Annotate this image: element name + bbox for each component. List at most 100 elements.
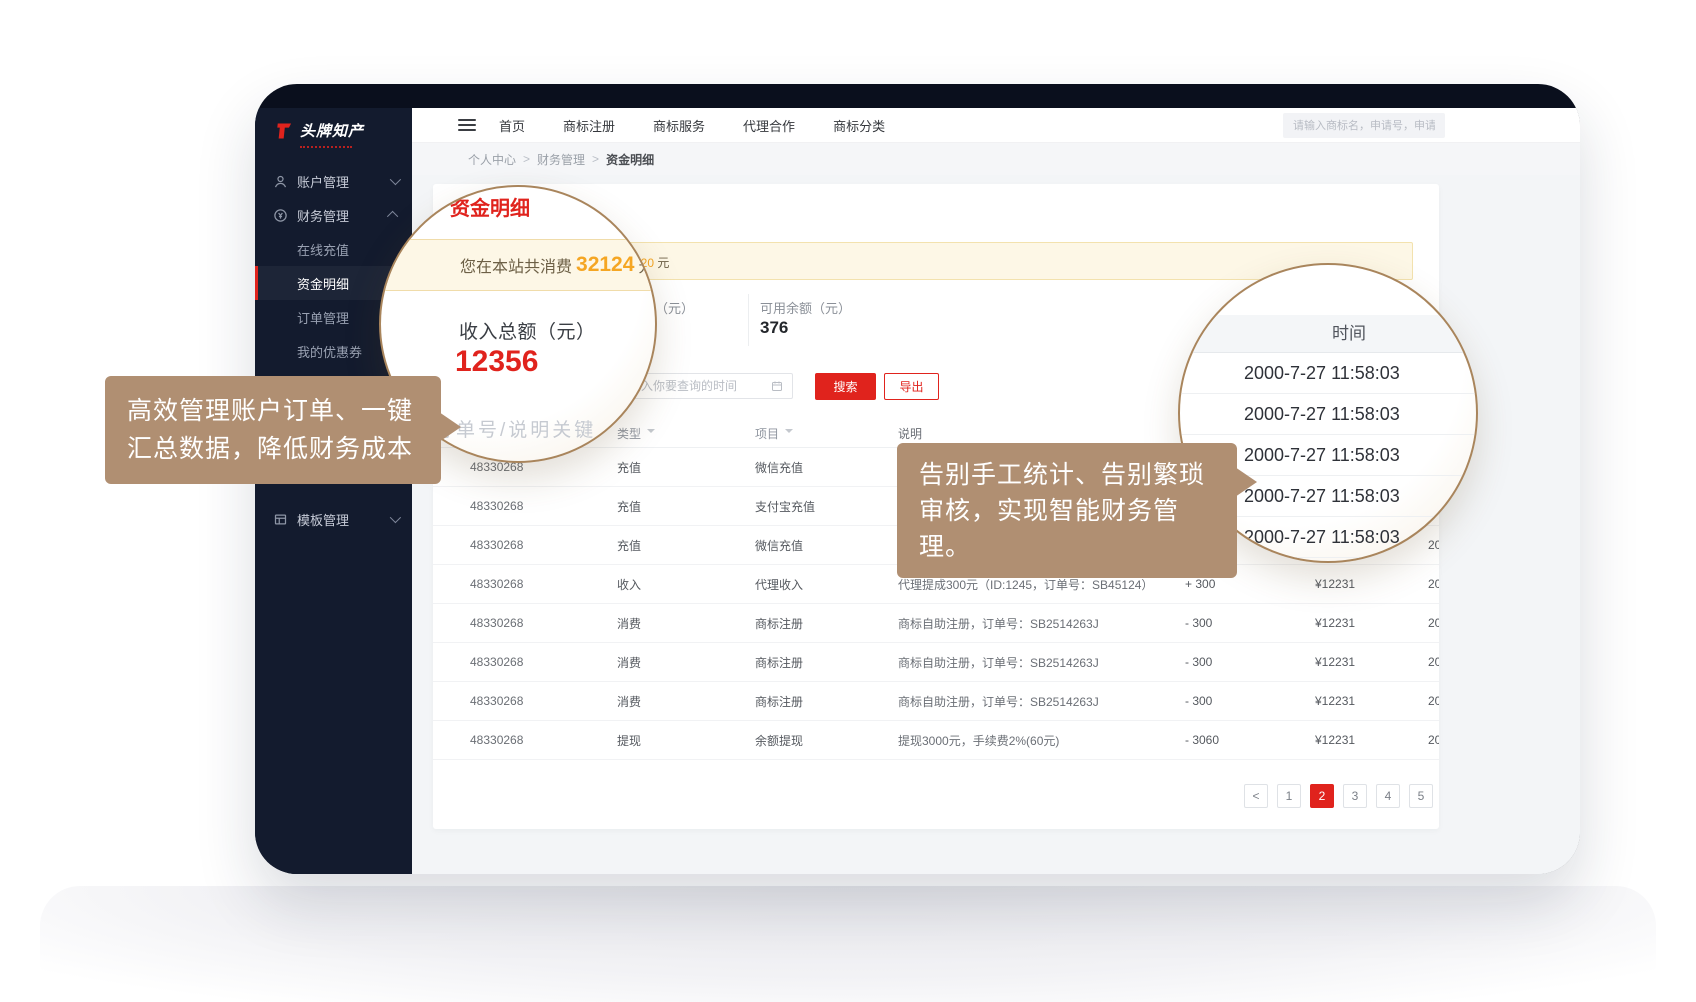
pagination-page-2-active[interactable]: 2 xyxy=(1310,784,1334,808)
col-header-project[interactable]: 项目 xyxy=(755,425,898,442)
breadcrumb-current: 资金明细 xyxy=(606,151,654,168)
trademark-search-input[interactable] xyxy=(1283,113,1445,138)
pagination: < 1 2 3 4 5 xyxy=(1244,784,1433,808)
cell-project: 代理收入 xyxy=(755,576,898,593)
sidebar-item-finance[interactable]: 财务管理 xyxy=(255,198,412,232)
logo-icon xyxy=(273,121,293,141)
pagination-page-3[interactable]: 3 xyxy=(1343,784,1367,808)
callout-right-line2: 审核，实现智能财务管 xyxy=(919,493,1215,529)
cell-type: 消费 xyxy=(617,693,755,710)
col-header-desc: 说明 xyxy=(898,425,1185,442)
sidebar-item-label: 财务管理 xyxy=(297,206,349,225)
pagination-page-4[interactable]: 4 xyxy=(1376,784,1400,808)
logo-subline xyxy=(300,146,352,148)
marketing-canvas: 头牌知产 账户管理 财务管理 xyxy=(0,0,1696,1002)
cell-time: 2000-7-27 11:58:03 xyxy=(1428,655,1439,669)
cell-type: 收入 xyxy=(617,576,755,593)
cell-desc: 商标自助注册，订单号：SB2514263J xyxy=(898,615,1185,632)
pagination-page-1[interactable]: 1 xyxy=(1277,784,1301,808)
cell-project: 商标注册 xyxy=(755,654,898,671)
calendar-icon[interactable] xyxy=(771,380,783,392)
sort-caret-icon xyxy=(785,429,793,437)
breadcrumb: 个人中心 > 财务管理 > 资金明细 xyxy=(412,143,1580,175)
logo: 头牌知产 xyxy=(255,108,412,143)
sidebar: 头牌知产 账户管理 财务管理 xyxy=(255,108,412,874)
cell-project: 支付宝充值 xyxy=(755,498,898,515)
sidebar-subitem-label: 我的优惠券 xyxy=(297,342,362,361)
cell-type: 消费 xyxy=(617,615,755,632)
cell-type: 充值 xyxy=(617,537,755,554)
cell-balance: ¥12231 xyxy=(1315,616,1428,630)
banner-overflow-unit: 元 xyxy=(657,256,669,270)
user-icon xyxy=(273,174,288,189)
sidebar-item-label: 账户管理 xyxy=(297,172,349,191)
cell-type: 提现 xyxy=(617,732,755,749)
cell-amount: - 3060 xyxy=(1185,733,1315,747)
breadcrumb-finance[interactable]: 财务管理 xyxy=(537,151,585,168)
lens-tab-fragment: 资金明细 xyxy=(450,192,530,221)
lens-banner-amount: 32124 xyxy=(576,253,634,277)
cell-amount: - 300 xyxy=(1185,655,1315,669)
lens-banner-unit: 元 xyxy=(638,253,654,277)
cell-desc: 代理提成300元（ID:1245，订单号：SB45124） xyxy=(898,576,1185,593)
cell-project: 商标注册 xyxy=(755,615,898,632)
cell-type: 消费 xyxy=(617,654,755,671)
nav-item-agency[interactable]: 代理合作 xyxy=(728,116,810,135)
hamburger-menu-icon[interactable] xyxy=(458,116,476,134)
cell-project: 微信充值 xyxy=(755,459,898,476)
lens-banner-fragment: 您在本站共消费 32124 元 xyxy=(379,239,657,291)
cell-order: 48330268 xyxy=(433,616,617,630)
callout-left-line1: 高效管理账户订单、一键 xyxy=(127,392,419,430)
callout-left: 高效管理账户订单、一键 汇总数据，降低财务成本 xyxy=(105,376,441,484)
lens-time-row: 2000-7-27 11:58:03 xyxy=(1180,353,1476,394)
cell-order: 48330268 xyxy=(433,538,617,552)
callout-right-line3: 理。 xyxy=(919,529,1215,565)
sidebar-item-label: 模板管理 xyxy=(297,510,349,529)
cell-project: 微信充值 xyxy=(755,537,898,554)
cell-desc: 商标自助注册，订单号：SB2514263J xyxy=(898,654,1185,671)
cell-time: 2000-7-27 11:58:03 xyxy=(1428,616,1439,630)
cell-order: 48330268 xyxy=(433,499,617,513)
cell-amount: + 300 xyxy=(1185,577,1315,591)
cell-time: 2000-7-27 11:58:03 xyxy=(1428,577,1439,591)
pagination-prev-button[interactable]: < xyxy=(1244,784,1268,808)
table-row: 48330268 提现 余额提现 提现3000元，手续费2%(60元) - 30… xyxy=(433,721,1439,760)
nav-item-home[interactable]: 首页 xyxy=(484,116,540,135)
table-row: 48330268 消费 商标注册 商标自助注册，订单号：SB2514263J -… xyxy=(433,643,1439,682)
breadcrumb-personal-center[interactable]: 个人中心 xyxy=(468,151,516,168)
cell-desc: 提现3000元，手续费2%(60元) xyxy=(898,732,1185,749)
nav-item-trademark-service[interactable]: 商标服务 xyxy=(638,116,720,135)
callout-right-line1: 告别手工统计、告别繁琐 xyxy=(919,457,1215,493)
cell-amount: - 300 xyxy=(1185,616,1315,630)
lens-time-row: 2000-7-27 11:58:03 xyxy=(1180,394,1476,435)
table-row: 48330268 消费 商标注册 商标自助注册，订单号：SB2514263J -… xyxy=(433,682,1439,721)
table-row: 48330268 消费 商标注册 商标自助注册，订单号：SB2514263J -… xyxy=(433,604,1439,643)
template-icon xyxy=(273,512,288,527)
nav-item-trademark-category[interactable]: 商标分类 xyxy=(818,116,900,135)
cell-order: 48330268 xyxy=(433,577,617,591)
lens-income-label: 收入总额（元） xyxy=(459,317,596,344)
export-button[interactable]: 导出 xyxy=(884,373,939,400)
cell-order: 48330268 xyxy=(433,733,617,747)
sidebar-item-template[interactable]: 模板管理 xyxy=(255,502,412,536)
cell-type: 充值 xyxy=(617,459,755,476)
laptop-base xyxy=(40,886,1656,1002)
breadcrumb-separator: > xyxy=(523,152,530,166)
sort-caret-icon xyxy=(647,429,655,437)
search-button[interactable]: 搜索 xyxy=(815,373,876,400)
cell-balance: ¥12231 xyxy=(1315,655,1428,669)
col-header-type[interactable]: 类型 xyxy=(617,425,755,442)
pagination-page-5[interactable]: 5 xyxy=(1409,784,1433,808)
sidebar-item-account[interactable]: 账户管理 xyxy=(255,164,412,198)
nav-item-trademark-register[interactable]: 商标注册 xyxy=(548,116,630,135)
chevron-down-icon xyxy=(390,512,401,523)
cell-balance: ¥12231 xyxy=(1315,577,1428,591)
breadcrumb-separator: > xyxy=(592,152,599,166)
sidebar-subitem-label: 资金明细 xyxy=(297,274,349,293)
sidebar-subitem-label: 订单管理 xyxy=(297,308,349,327)
top-navbar: 首页 商标注册 商标服务 代理合作 商标分类 xyxy=(412,108,1580,143)
finance-icon xyxy=(273,208,288,223)
lens-time-header: 时间 xyxy=(1180,315,1476,353)
stats-divider xyxy=(748,294,749,346)
cell-desc: 商标自助注册，订单号：SB2514263J xyxy=(898,693,1185,710)
